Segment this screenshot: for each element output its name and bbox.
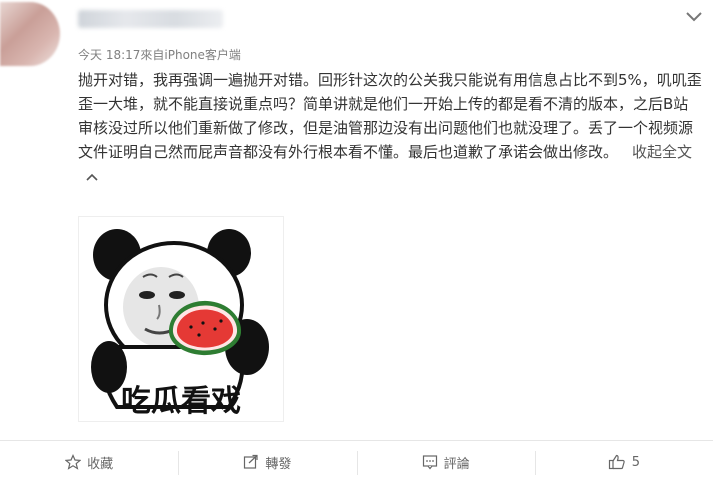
- repost-button[interactable]: 轉發: [178, 441, 356, 483]
- chevron-down-icon[interactable]: [683, 9, 705, 25]
- username-redacted[interactable]: [78, 10, 223, 28]
- comment-label: 評論: [443, 456, 470, 472]
- comment-icon: [422, 455, 437, 470]
- action-bar: 收藏 轉發 評論 5: [0, 440, 713, 483]
- favorite-button[interactable]: 收藏: [0, 441, 178, 483]
- post-body: 抛开对错，我再强调一遍抛开对错。回形针这次的公关我只能说有用信息占比不到5%，叽…: [78, 71, 702, 161]
- post-text: 抛开对错，我再强调一遍抛开对错。回形针这次的公关我只能说有用信息占比不到5%，叽…: [78, 68, 703, 188]
- share-icon: [244, 454, 258, 469]
- chevron-up-icon: [86, 173, 98, 181]
- star-icon: [65, 454, 82, 470]
- favorite-label: 收藏: [87, 456, 114, 472]
- panda-meme-illustration: 吃瓜看戏: [91, 229, 269, 419]
- like-button[interactable]: 5: [534, 441, 713, 483]
- panda-meme-image[interactable]: 吃瓜看戏: [78, 216, 284, 422]
- comment-button[interactable]: 評論: [356, 441, 535, 483]
- post-timestamp-source: 今天 18:17來自iPhone客户端: [78, 48, 241, 62]
- repost-label: 轉發: [265, 456, 292, 472]
- weibo-post-card: 今天 18:17來自iPhone客户端 抛开对错，我再强调一遍抛开对错。回形针这…: [0, 0, 713, 483]
- image-caption-text: 吃瓜看戏: [121, 384, 241, 419]
- thumbs-up-icon: [608, 454, 625, 470]
- collapse-label: 收起全文: [632, 143, 693, 161]
- like-count: 5: [631, 454, 641, 470]
- avatar[interactable]: [0, 2, 60, 66]
